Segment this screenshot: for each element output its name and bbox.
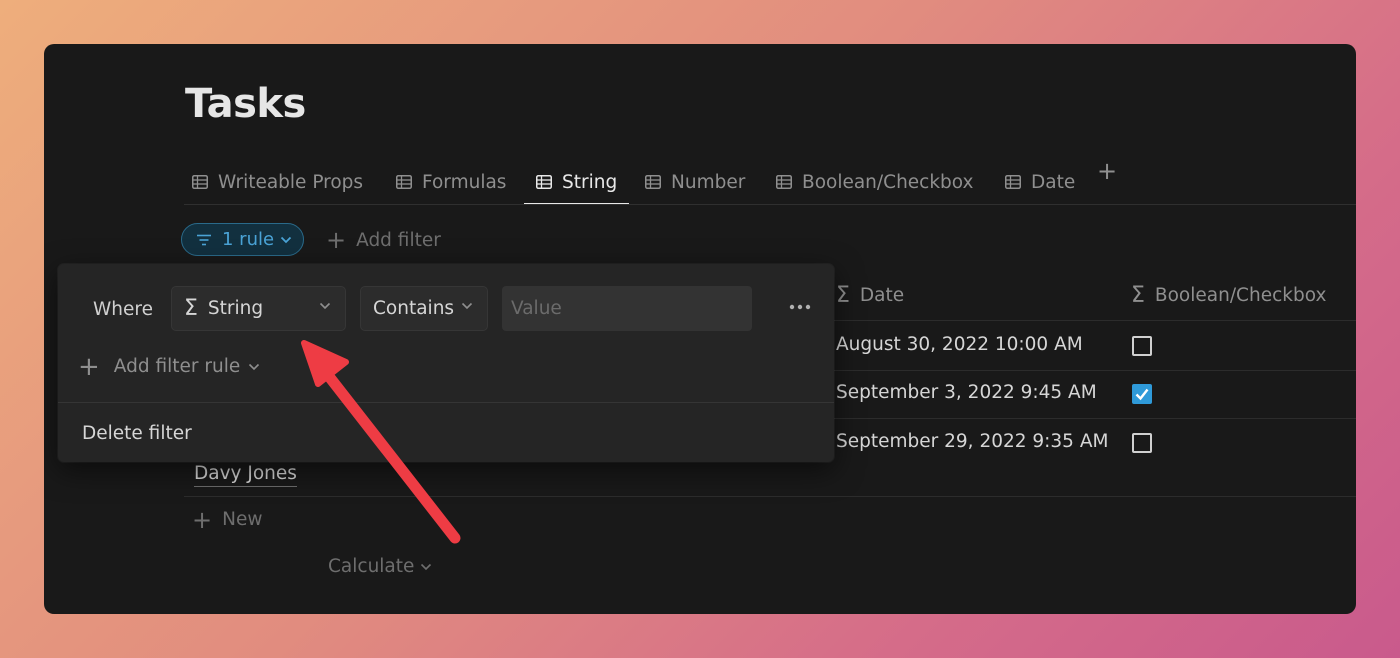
chevron-down-icon (421, 563, 432, 570)
tab-label: Formulas (422, 171, 507, 193)
checkbox-unchecked[interactable] (1132, 336, 1152, 356)
filter-popover: Where Σ String Contains + Add filter rul… (58, 264, 834, 462)
page-title: Tasks (185, 81, 306, 127)
row-divider (824, 418, 1356, 419)
popover-divider (58, 402, 834, 403)
add-filter-rule-button[interactable]: + Add filter rule (78, 351, 260, 382)
date-cell[interactable]: September 3, 2022 9:45 AM (836, 382, 1097, 403)
property-select[interactable]: Σ String (171, 286, 346, 331)
plus-icon: + (326, 226, 347, 254)
add-filter-button[interactable]: + Add filter (326, 226, 441, 254)
table-icon (776, 175, 792, 189)
new-row-label: New (222, 509, 263, 530)
view-tabs: Writeable Props Formulas String Number B… (192, 160, 1356, 205)
column-header-label: Date (859, 284, 905, 306)
date-cell[interactable]: September 29, 2022 9:35 AM (836, 431, 1108, 452)
tab-boolean-checkbox[interactable]: Boolean/Checkbox (776, 160, 974, 204)
row-divider (184, 496, 1356, 497)
plus-icon: + (78, 351, 100, 382)
tabs-divider (184, 204, 1356, 205)
sigma-icon: Σ (184, 296, 198, 321)
checkbox-checked[interactable] (1132, 384, 1152, 404)
tab-writeable-props[interactable]: Writeable Props (192, 160, 363, 204)
tab-label: Boolean/Checkbox (802, 171, 974, 193)
date-cell[interactable]: August 30, 2022 10:00 AM (836, 334, 1083, 355)
calculate-button[interactable]: Calculate (328, 556, 432, 577)
tab-formulas[interactable]: Formulas (396, 160, 506, 204)
column-header-boolean-checkbox[interactable]: Σ Boolean/Checkbox (1131, 282, 1326, 308)
chevron-down-icon (280, 236, 292, 243)
tab-date[interactable]: Date (1005, 160, 1075, 204)
filter-lines-icon (197, 234, 211, 245)
tab-label: Date (1031, 171, 1076, 193)
table-icon (396, 175, 412, 189)
filter-rule-chip-label: 1 rule (222, 229, 275, 250)
name-cell[interactable]: Davy Jones (194, 462, 297, 487)
chevron-down-icon (319, 302, 331, 310)
chevron-down-icon (249, 363, 260, 370)
filter-value-input[interactable] (502, 286, 752, 331)
row-divider (824, 370, 1356, 371)
ellipsis-icon (789, 304, 811, 310)
checkbox-unchecked[interactable] (1132, 433, 1152, 453)
checkmark-icon (1135, 388, 1149, 401)
column-header-date[interactable]: Σ Date (836, 282, 904, 308)
tab-label: String (562, 171, 618, 193)
new-row-button[interactable]: + New (192, 505, 263, 534)
where-label: Where (93, 299, 153, 320)
chevron-down-icon (461, 302, 473, 310)
tab-label: Writeable Props (218, 171, 364, 193)
add-filter-label: Add filter (356, 229, 441, 251)
tab-string[interactable]: String (523, 160, 630, 205)
operator-select[interactable]: Contains (360, 286, 488, 331)
app-window: Tasks Writeable Props Formulas String Nu… (44, 44, 1356, 614)
table-icon (536, 175, 552, 189)
tab-number[interactable]: Number (645, 160, 745, 204)
table-icon (645, 175, 661, 189)
property-select-value: String (207, 298, 264, 319)
add-filter-rule-label: Add filter rule (113, 356, 241, 377)
row-divider (824, 320, 1356, 321)
column-header-label: Boolean/Checkbox (1154, 284, 1327, 306)
sigma-icon: Σ (836, 282, 850, 308)
table-icon (1005, 175, 1021, 189)
plus-icon: + (192, 505, 213, 534)
add-view-button[interactable]: + (1096, 159, 1118, 183)
table-icon (192, 175, 208, 189)
calculate-label: Calculate (328, 556, 415, 577)
filter-rule-chip[interactable]: 1 rule (181, 223, 304, 256)
delete-filter-button[interactable]: Delete filter (82, 422, 192, 446)
tab-label: Number (671, 171, 746, 193)
operator-select-value: Contains (373, 298, 455, 319)
more-options-button[interactable] (786, 294, 814, 320)
sigma-icon: Σ (1131, 282, 1145, 308)
